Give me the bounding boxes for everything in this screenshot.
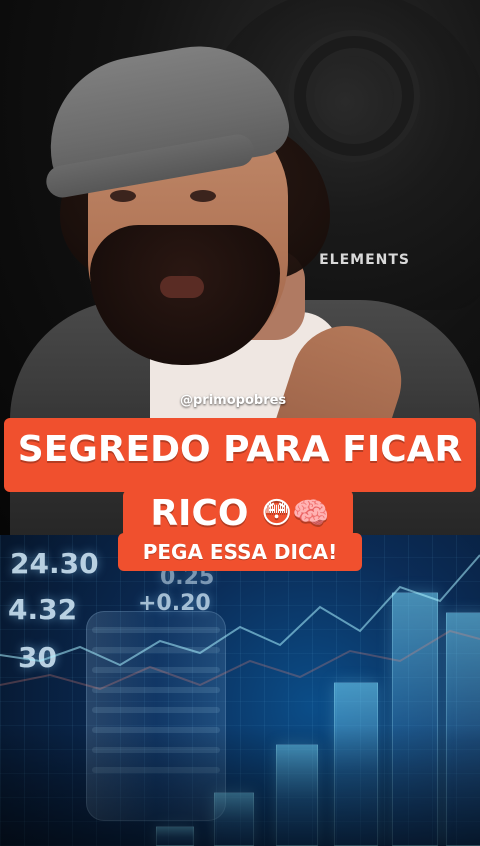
video-frame: ELEMENTS @primopobres SEGREDO PARA FICAR… (0, 0, 480, 846)
trend-line (0, 629, 480, 691)
right-eye (190, 190, 216, 202)
title-line2: RICO 😳🧠 (0, 490, 480, 538)
title-line1: SEGREDO PARA FICAR (17, 429, 463, 470)
mouth (160, 276, 204, 298)
title-line2-emojis: 😳🧠 (261, 496, 330, 531)
tip-badge-text: PEGA ESSA DICA! (142, 540, 338, 564)
left-eye (110, 190, 136, 202)
finance-image: 24.30 4.32 +0.20 30 0.25 (0, 535, 480, 846)
trend-line (0, 554, 480, 667)
creator-handle: @primopobres (180, 393, 287, 408)
title-line2-text: RICO (150, 493, 249, 534)
city-skyline-overlay (0, 726, 480, 846)
